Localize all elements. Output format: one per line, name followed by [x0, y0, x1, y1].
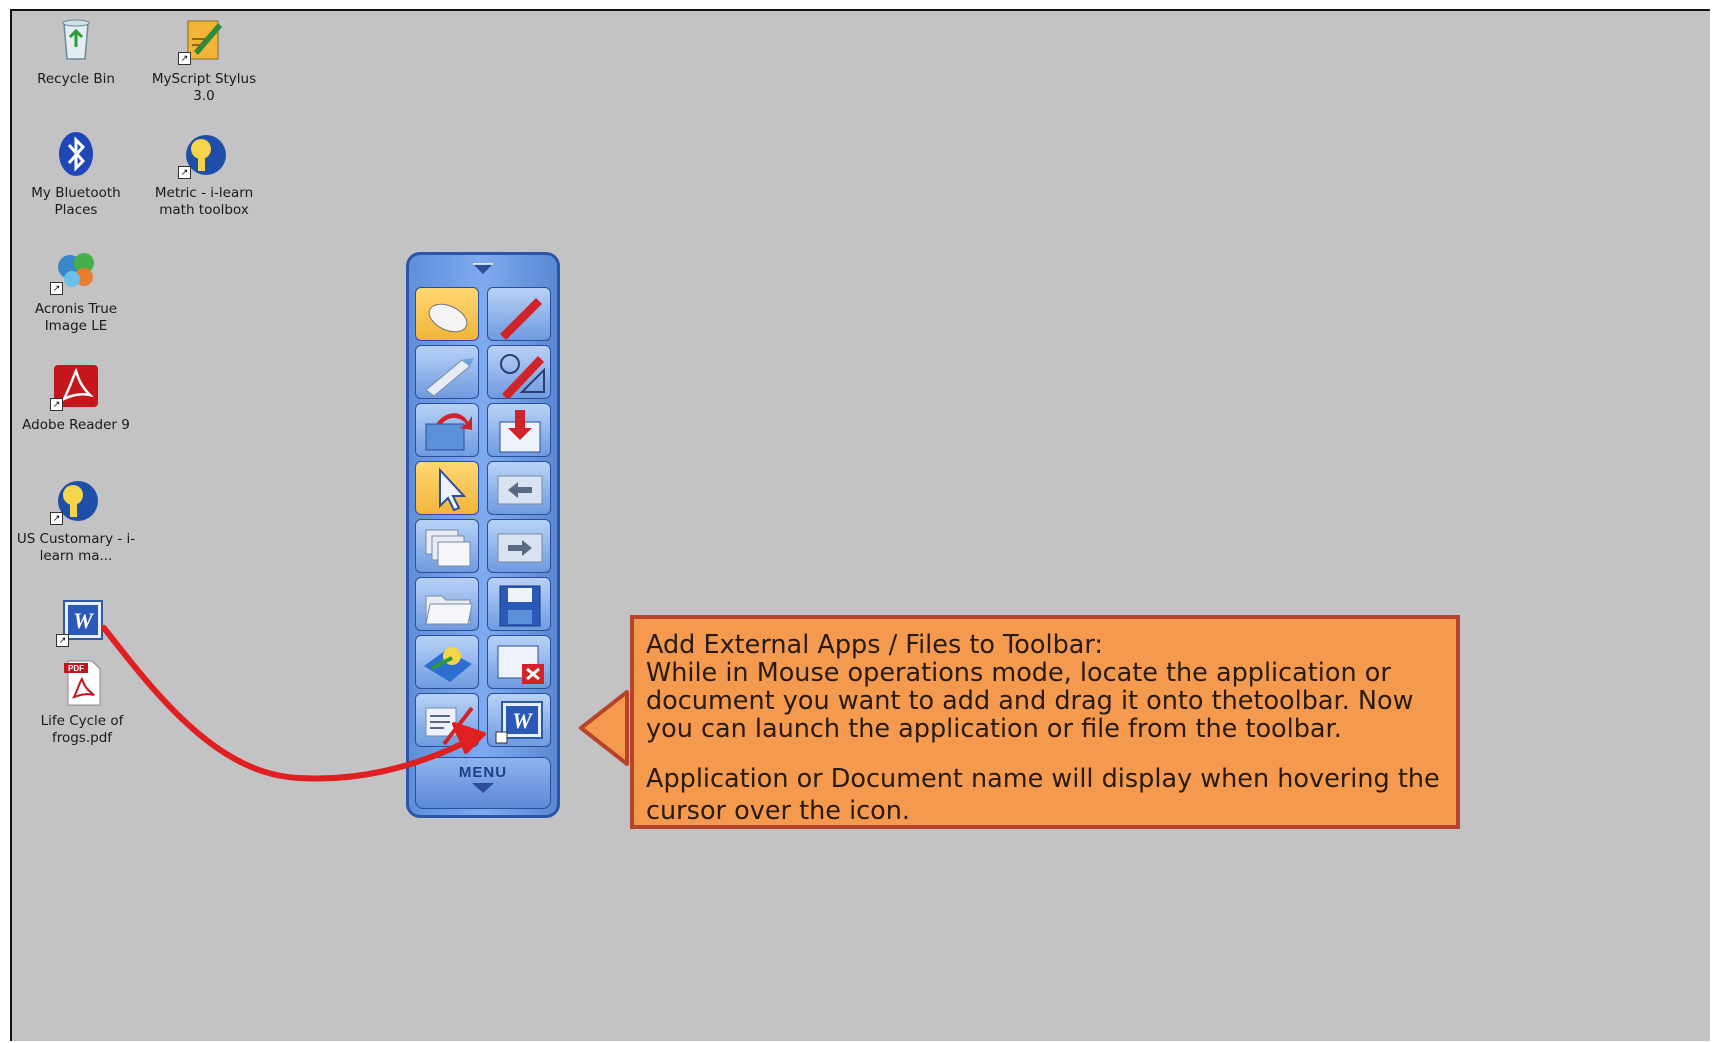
toolbar-menu-button[interactable]: MENU [415, 757, 551, 809]
toolbar-collapse-handle[interactable] [409, 255, 557, 283]
callout-note: Application or Document name will displa… [646, 764, 1440, 826]
highlighter-icon [425, 358, 474, 397]
previous-page-button[interactable] [487, 461, 551, 515]
desktop-icon-adobe-reader[interactable]: ↗ Adobe Reader 9 [16, 361, 136, 434]
recycle-bin-icon [46, 15, 106, 65]
open-button[interactable] [415, 403, 479, 457]
desktop-icon-acronis[interactable]: ↗ Acronis True Image LE [16, 245, 136, 335]
ilearn-math-icon: ↗ [46, 475, 106, 525]
desktop-icon-bluetooth[interactable]: My Bluetooth Places [16, 129, 136, 219]
close-window-button[interactable] [487, 635, 551, 689]
instruction-callout: Add External Apps / Files to Toolbar: Wh… [630, 615, 1460, 829]
mouse-mode-button[interactable] [415, 287, 479, 341]
metric-label: Metric - i-learn math toolbox [154, 185, 254, 218]
folder-icon [425, 595, 473, 625]
desktop: Recycle Bin My Bluetooth Places ↗ Acroni… [10, 9, 1710, 1041]
folder-button[interactable] [415, 577, 479, 631]
pen-icon [500, 298, 542, 340]
ilearn-math-icon: ↗ [174, 129, 234, 179]
recycle-bin-label: Recycle Bin [37, 71, 115, 87]
select-button[interactable] [415, 461, 479, 515]
desktop-icon-us-customary[interactable]: ↗ US Customary - i-learn ma... [16, 475, 136, 565]
toolbar-menu-label: MENU [458, 764, 508, 781]
eraser-icon [425, 706, 474, 746]
desktop-icon-word-document[interactable]: W ↗ [22, 597, 142, 647]
eraser-button[interactable] [415, 693, 479, 747]
myscript-label: MyScript Stylus 3.0 [151, 71, 257, 104]
pdf-file-icon: PDF [52, 657, 112, 707]
application-button[interactable] [415, 635, 479, 689]
pdf-file-label: Life Cycle of frogs.pdf [40, 713, 124, 746]
shape-pen-button[interactable] [487, 345, 551, 399]
desktop-icon-metric[interactable]: ↗ Metric - i-learn math toolbox [144, 129, 264, 219]
svg-text:W: W [73, 608, 94, 633]
callout-title: Add External Apps / Files to Toolbar: [646, 630, 1104, 660]
acronis-label: Acronis True Image LE [34, 301, 118, 334]
pointer-icon [439, 467, 467, 512]
desktop-icon-recycle-bin[interactable]: Recycle Bin [16, 15, 136, 88]
callout-pointer [579, 690, 629, 766]
highlighter-button[interactable] [415, 345, 479, 399]
app-icon [424, 647, 472, 682]
word-shortcut-button[interactable]: W [487, 693, 551, 747]
pages-icon [425, 529, 471, 567]
forward-arrow-icon [497, 533, 543, 563]
svg-text:PDF: PDF [68, 664, 84, 673]
word-document-icon: W ↗ [52, 597, 112, 647]
import-icon [499, 410, 541, 453]
pen-button[interactable] [487, 287, 551, 341]
save-icon [499, 585, 541, 627]
us-customary-label: US Customary - i-learn ma... [16, 531, 136, 564]
back-arrow-icon [497, 475, 543, 505]
save-button[interactable] [487, 577, 551, 631]
svg-text:W: W [512, 708, 533, 733]
callout-body: While in Mouse operations mode, locate t… [646, 658, 1414, 744]
import-button[interactable] [487, 403, 551, 457]
bluetooth-icon [46, 129, 106, 179]
chevron-down-icon [473, 263, 493, 274]
acronis-icon: ↗ [46, 245, 106, 295]
adobe-reader-label: Adobe Reader 9 [22, 417, 130, 433]
pages-button[interactable] [415, 519, 479, 573]
open-file-icon [425, 413, 472, 451]
word-shortcut-icon: W [495, 701, 543, 744]
bluetooth-label: My Bluetooth Places [31, 185, 121, 218]
myscript-stylus-icon: ↗ [174, 15, 234, 65]
chevron-down-icon [472, 783, 494, 793]
floating-toolbar[interactable]: W MENU [406, 252, 560, 818]
next-page-button[interactable] [487, 519, 551, 573]
desktop-icon-myscript[interactable]: ↗ MyScript Stylus 3.0 [144, 15, 264, 105]
pen-shape-icon [500, 354, 545, 398]
desktop-icon-pdf-file[interactable]: PDF Life Cycle of frogs.pdf [22, 657, 142, 747]
close-window-icon [497, 645, 544, 684]
adobe-reader-icon: ↗ [46, 361, 106, 411]
mouse-icon [428, 303, 468, 333]
